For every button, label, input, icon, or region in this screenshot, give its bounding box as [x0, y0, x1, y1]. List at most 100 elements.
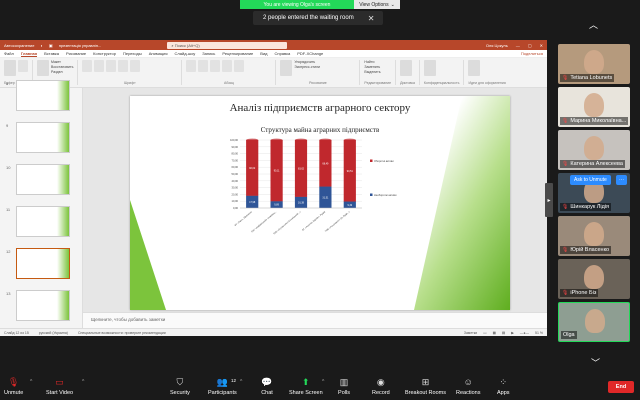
- zoom-level[interactable]: 51 %: [535, 331, 543, 335]
- tab-4[interactable]: Конструктор: [93, 51, 116, 56]
- participant-tile[interactable]: 🎙 Катерина Алексеева: [558, 130, 630, 170]
- ask-to-unmute-button[interactable]: Ask to Unmute: [570, 175, 611, 185]
- reactions-button[interactable]: ☺ Reactions: [456, 376, 480, 396]
- slide-thumbnail[interactable]: 8: [6, 80, 70, 111]
- find-button[interactable]: Найти: [364, 60, 391, 64]
- section-button[interactable]: Раздел: [51, 70, 73, 74]
- slide-thumbnail[interactable]: 10: [6, 164, 70, 195]
- cut-icon[interactable]: [18, 60, 28, 72]
- share-button[interactable]: Поделиться: [521, 51, 543, 56]
- participant-tile[interactable]: 🎙 Шинкарук Лідія Ask to Unmute ···: [558, 173, 630, 213]
- tab-0[interactable]: Файл: [4, 51, 14, 56]
- participant-tile[interactable]: Olga: [558, 302, 630, 342]
- sorter-view-icon[interactable]: ▦: [493, 331, 496, 335]
- participants-button[interactable]: 👥 Participants 12: [208, 376, 237, 397]
- tab-10[interactable]: Вид: [260, 51, 267, 56]
- arrange-button[interactable]: Упорядочить: [294, 60, 320, 64]
- tab-9[interactable]: Рецензирование: [222, 51, 253, 56]
- replace-button[interactable]: Заменить: [364, 65, 391, 69]
- stacked-bar-chart[interactable]: 0,00 10,00 20,00 30,00 40,00 50,00 60,00 70,00 8…: [130, 96, 510, 310]
- end-meeting-button[interactable]: End: [608, 381, 634, 393]
- restore-button[interactable]: Восстановить: [51, 65, 73, 69]
- more-options-button[interactable]: ···: [616, 175, 627, 185]
- new-slide-button[interactable]: [37, 60, 49, 76]
- apps-label: Apps: [497, 390, 510, 396]
- select-button[interactable]: Выделить: [364, 70, 391, 74]
- save-icon[interactable]: ▣: [49, 43, 53, 48]
- gallery-scroll-down-icon[interactable]: ﹀: [591, 356, 600, 369]
- align-left-icon[interactable]: [210, 60, 221, 72]
- slide-thumbnail[interactable]: 9: [6, 122, 70, 153]
- participant-tile[interactable]: 🎙 iPhone Бiз: [558, 259, 630, 299]
- slide-thumbnail[interactable]: 11: [6, 206, 70, 237]
- ppt-search-input[interactable]: ⌕ Поиск (Alt+Q): [167, 41, 288, 49]
- slideshow-icon[interactable]: ▶: [511, 331, 514, 335]
- participant-tile[interactable]: 🎙 Марина Миколаївна...: [558, 87, 630, 127]
- record-label: Record: [372, 390, 390, 396]
- normal-view-icon[interactable]: ▭: [483, 331, 486, 335]
- quick-styles-button[interactable]: Экспресс-стили: [294, 65, 320, 69]
- reading-view-icon[interactable]: ▤: [502, 331, 505, 335]
- ribbon-group-drawing: Упорядочить Экспресс-стили Рисование: [280, 60, 361, 85]
- close-window-icon[interactable]: ✕: [540, 43, 543, 48]
- tab-7[interactable]: Слайд-шоу: [175, 51, 196, 56]
- participants-caret-icon[interactable]: ^: [240, 379, 242, 385]
- chat-button[interactable]: 💬 Chat: [261, 376, 273, 397]
- security-button[interactable]: ⛉ Security: [170, 376, 190, 397]
- tab-2[interactable]: Вставка: [44, 51, 59, 56]
- paste-icon[interactable]: [4, 60, 16, 76]
- underline-icon[interactable]: [106, 60, 117, 72]
- polls-label: Polls: [338, 390, 350, 396]
- italic-icon[interactable]: [94, 60, 105, 72]
- language-indicator[interactable]: русский (Украина): [39, 331, 68, 335]
- align-center-icon[interactable]: [222, 60, 233, 72]
- tab-8[interactable]: Запись: [202, 51, 215, 56]
- start-video-button[interactable]: ▭ Start Video: [46, 376, 73, 397]
- shapes-icon[interactable]: [280, 60, 293, 76]
- share-screen-button[interactable]: ⬆ Share Screen: [289, 376, 323, 397]
- autosave-toggle[interactable]: ◐: [41, 43, 43, 48]
- sensitivity-icon[interactable]: [423, 60, 436, 76]
- audio-options-caret-icon[interactable]: ^: [30, 379, 32, 385]
- gallery-scroll-up-icon[interactable]: ︿: [589, 18, 598, 31]
- tab-6[interactable]: Анимация: [149, 51, 168, 56]
- minimize-icon[interactable]: —: [516, 43, 520, 48]
- polls-button[interactable]: ▥ Polls: [338, 376, 350, 397]
- thumbnail-decoration: [57, 249, 69, 278]
- participant-tile[interactable]: 🎙 Юрій Власенко: [558, 216, 630, 256]
- bold-icon[interactable]: [82, 60, 93, 72]
- share-caret-icon[interactable]: ^: [322, 379, 324, 385]
- slide-thumbnail-pane[interactable]: 8 9 10 11 12 13: [0, 80, 83, 328]
- zoom-slider[interactable]: —●—: [520, 331, 529, 335]
- breakout-rooms-button[interactable]: ⊞ Breakout Rooms: [405, 376, 446, 397]
- tab-1[interactable]: Главная: [20, 51, 38, 57]
- notes-toggle[interactable]: Заметки: [464, 331, 477, 335]
- layout-button[interactable]: Макет: [51, 60, 73, 64]
- accessibility-indicator[interactable]: Специальные возможности: проверьте реком…: [78, 331, 166, 335]
- font-color-icon[interactable]: [130, 60, 141, 72]
- strikethrough-icon[interactable]: [118, 60, 129, 72]
- participant-tile[interactable]: 🎙 Tetiana Lobunets: [558, 44, 630, 84]
- apps-button[interactable]: ⁘ Apps: [497, 376, 510, 397]
- slide-thumbnail[interactable]: 13: [6, 290, 70, 321]
- tab-12[interactable]: PDF-XChange: [297, 51, 323, 56]
- collapse-gallery-icon[interactable]: ▸: [545, 183, 553, 217]
- maximize-icon[interactable]: ▢: [528, 43, 532, 48]
- numbering-icon[interactable]: [198, 60, 209, 72]
- align-right-icon[interactable]: [234, 60, 245, 72]
- bullets-icon[interactable]: [186, 60, 197, 72]
- tab-3[interactable]: Рисование: [66, 51, 86, 56]
- close-icon[interactable]: ✕: [368, 14, 375, 23]
- dictate-icon[interactable]: [400, 60, 413, 76]
- record-button[interactable]: ◉ Record: [372, 376, 390, 397]
- slide-thumbnail[interactable]: 12: [6, 248, 70, 279]
- video-options-caret-icon[interactable]: ^: [82, 379, 84, 385]
- designer-icon[interactable]: [468, 60, 481, 76]
- tab-5[interactable]: Переходы: [123, 51, 142, 56]
- current-slide[interactable]: Аналіз підприємств аграрного сектору Стр…: [130, 96, 510, 310]
- notes-pane[interactable]: Щелкните, чтобы добавить заметки: [83, 312, 547, 328]
- bar-cap: [270, 138, 283, 142]
- tab-11[interactable]: Справка: [275, 51, 291, 56]
- unmute-button[interactable]: 🎙 Unmute: [4, 376, 23, 397]
- view-options-button[interactable]: View Options ⌄: [354, 0, 400, 9]
